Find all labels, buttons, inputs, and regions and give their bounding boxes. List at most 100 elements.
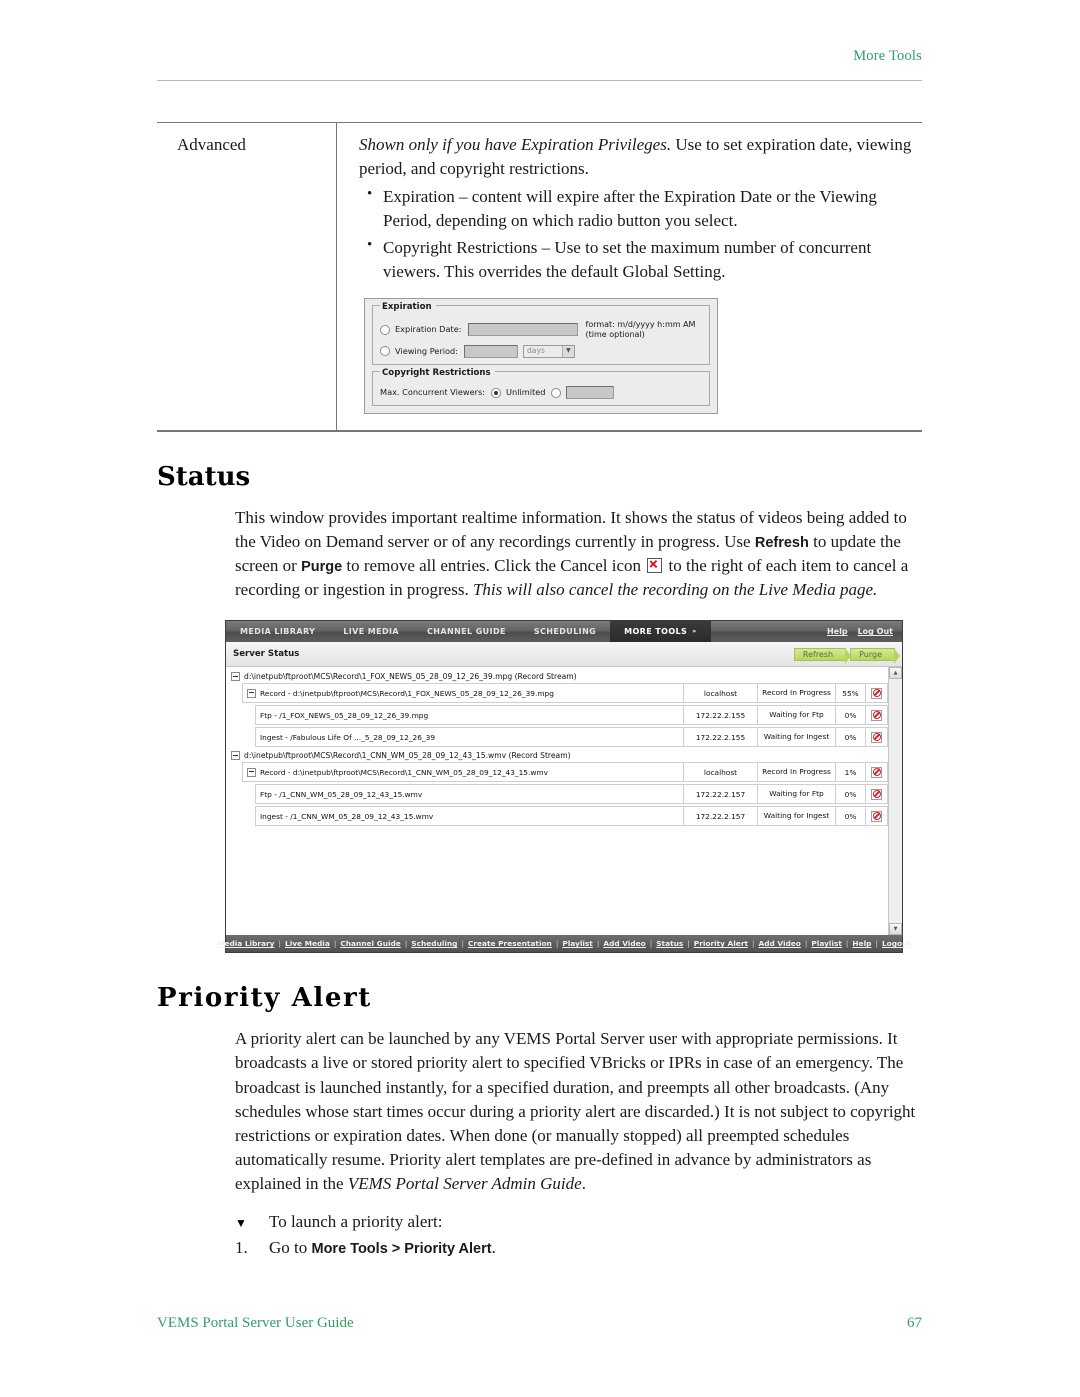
expiration-date-input[interactable] (467, 323, 578, 337)
footer-link-add-video-2[interactable]: Add Video (755, 939, 805, 948)
footer-link-add-video[interactable]: Add Video (599, 939, 649, 948)
row-percent: 1% (835, 763, 865, 782)
row-state: Waiting for Ingest (757, 807, 835, 826)
row-name: Record - d:\inetpub\ftproot\MCS\Record\1… (243, 684, 683, 702)
row-host: 172.22.2.157 (683, 807, 757, 826)
refresh-button[interactable]: Refresh (793, 647, 852, 664)
step-text-bold: More Tools > Priority Alert (311, 1241, 492, 1258)
cancel-button[interactable] (865, 785, 887, 804)
viewing-period-input[interactable] (463, 344, 518, 358)
purge-button[interactable]: Purge (850, 647, 900, 664)
footer-link-live-media[interactable]: Live Media (281, 939, 334, 948)
scroll-down-icon[interactable]: ▼ (889, 923, 902, 936)
cancel-prohibition-icon (871, 709, 882, 721)
table-row[interactable]: Record - d:\inetpub\ftproot\MCS\Record\1… (242, 683, 888, 704)
expiration-date-label: Expiration Date: (395, 324, 462, 335)
chevron-down-icon: ▼ (561, 345, 574, 357)
viewing-period-radio[interactable] (380, 346, 390, 357)
footer-link-playlist[interactable]: Playlist (558, 939, 597, 948)
table-row[interactable]: Ingest - /1_CNN_WM_05_28_09_12_43_15.wmv… (255, 806, 888, 827)
nav-link-log-out[interactable]: Log Out (858, 627, 893, 636)
table-row[interactable]: Record - d:\inetpub\ftproot\MCS\Record\1… (242, 762, 888, 783)
status-text-3: to remove all entries. Click the Cancel … (342, 556, 646, 575)
definition-intro: Shown only if you have Expiration Privil… (359, 133, 916, 181)
group-header[interactable]: d:\inetpub\ftproot\MCS\Record\1_FOX_NEWS… (229, 670, 888, 683)
procedure-title: To launch a priority alert: (269, 1212, 443, 1232)
collapse-icon[interactable] (247, 767, 256, 777)
cancel-button[interactable] (865, 807, 887, 826)
nav-tab-more-tools[interactable]: MORE TOOLS » (610, 621, 711, 643)
expiration-legend: Expiration (380, 300, 436, 313)
nav-tab-live-media[interactable]: LIVE MEDIA (329, 621, 413, 642)
server-status-screenshot: MEDIA LIBRARY LIVE MEDIA CHANNEL GUIDE S… (217, 620, 911, 954)
group-header[interactable]: d:\inetpub\ftproot\MCS\Record\1_CNN_WM_0… (229, 749, 888, 762)
nav-link-help[interactable]: Help (827, 627, 848, 636)
cancel-button[interactable] (865, 684, 887, 703)
step-text-after: . (491, 1238, 496, 1258)
group-header-label: d:\inetpub\ftproot\MCS\Record\1_FOX_NEWS… (244, 672, 577, 682)
unlimited-radio[interactable] (491, 387, 502, 398)
vertical-scrollbar[interactable]: ▲ ▼ (888, 667, 902, 936)
footer-link-scheduling[interactable]: Scheduling (407, 939, 461, 948)
row-name: Record - d:\inetpub\ftproot\MCS\Record\1… (243, 763, 683, 781)
row-state: Waiting for Ftp (757, 785, 835, 804)
max-viewers-input[interactable] (566, 386, 615, 400)
priority-alert-heading: Priority Alert (157, 983, 372, 1014)
navbar-right-links: Help Log Out (827, 627, 902, 636)
expiration-form-screenshot: Expiration Expiration Date: format: m/d/… (364, 297, 718, 415)
panel-title: Server Status (233, 649, 300, 660)
step-number: 1. (235, 1238, 248, 1258)
scroll-up-icon[interactable]: ▲ (889, 667, 902, 680)
cancel-button[interactable] (865, 728, 887, 747)
procedure-intro: ▼ To launch a priority alert: (157, 1212, 922, 1232)
nav-tab-media-library[interactable]: MEDIA LIBRARY (226, 621, 329, 642)
page-footer: VEMS Portal Server User Guide 67 (157, 1315, 922, 1332)
footer-link-logout[interactable]: Logout (878, 939, 915, 948)
row-name: Ftp - /1_CNN_WM_05_28_09_12_43_15.wmv (256, 785, 683, 803)
expiration-date-radio[interactable] (380, 324, 390, 335)
procedure-step-1: 1. Go to More Tools > Priority Alert. (157, 1238, 922, 1258)
row-name-label: Ingest - /1_CNN_WM_05_28_09_12_43_15.wmv (260, 811, 434, 821)
screenshot-subbar: Server Status Refresh Purge (226, 642, 902, 668)
footer-link-playlist-2[interactable]: Playlist (807, 939, 846, 948)
cancel-button[interactable] (865, 763, 887, 782)
cancel-button[interactable] (865, 706, 887, 725)
footer-link-priority-alert[interactable]: Priority Alert (690, 939, 752, 948)
status-paragraph: This window provides important realtime … (157, 506, 922, 603)
table-row[interactable]: Ingest - /Fabulous Life Of ..._5_28_09_1… (255, 727, 888, 748)
max-viewers-label: Max. Concurrent Viewers: (380, 386, 486, 397)
footer-link-channel-guide[interactable]: Channel Guide (336, 939, 404, 948)
nav-tab-channel-guide[interactable]: CHANNEL GUIDE (413, 621, 520, 642)
status-table-body: ▲ ▼ d:\inetpub\ftproot\MCS\Record\1_FOX_… (226, 667, 902, 936)
footer-link-media-library[interactable]: Media Library (213, 939, 278, 948)
definition-bullet-list: Expiration – content will expire after t… (359, 184, 916, 284)
page-number: 67 (907, 1315, 922, 1331)
cancel-x-icon (647, 558, 663, 573)
nav-tab-more-tools-label: MORE TOOLS (624, 627, 688, 637)
bullet-copyright-restrictions: Copyright Restrictions – Use to set the … (367, 234, 916, 284)
row-host: 172.22.2.155 (683, 706, 757, 725)
collapse-icon[interactable] (231, 672, 240, 682)
table-row[interactable]: Ftp - /1_FOX_NEWS_05_28_09_12_26_39.mpg … (255, 705, 888, 726)
footer-link-help[interactable]: Help (848, 939, 875, 948)
definition-description: Shown only if you have Expiration Privil… (336, 122, 922, 431)
status-rows: d:\inetpub\ftproot\MCS\Record\1_FOX_NEWS… (226, 667, 902, 827)
cancel-prohibition-icon (871, 687, 882, 699)
row-percent: 0% (835, 728, 865, 747)
collapse-icon[interactable] (247, 688, 256, 698)
footer-link-create-presentation[interactable]: Create Presentation (464, 939, 556, 948)
table-row[interactable]: Ftp - /1_CNN_WM_05_28_09_12_43_15.wmv 17… (255, 784, 888, 805)
footer-guide-title: VEMS Portal Server User Guide (157, 1315, 354, 1331)
copyright-restrictions-legend: Copyright Restrictions (380, 366, 495, 380)
footer-link-status[interactable]: Status (652, 939, 687, 948)
row-host: 172.22.2.157 (683, 785, 757, 804)
nav-tab-scheduling[interactable]: SCHEDULING (520, 621, 610, 642)
limited-radio[interactable] (551, 387, 562, 398)
row-name-label: Ftp - /1_CNN_WM_05_28_09_12_43_15.wmv (260, 789, 423, 799)
advanced-definition-table: Advanced Shown only if you have Expirati… (157, 122, 922, 431)
row-host: localhost (683, 763, 757, 782)
collapse-icon[interactable] (231, 751, 240, 761)
viewing-period-unit-select[interactable]: days ▼ (522, 344, 575, 358)
expiration-format-hint: format: m/d/yyyy h:mm AM (time optional) (585, 319, 696, 339)
purge-bold-label: Purge (301, 559, 343, 575)
